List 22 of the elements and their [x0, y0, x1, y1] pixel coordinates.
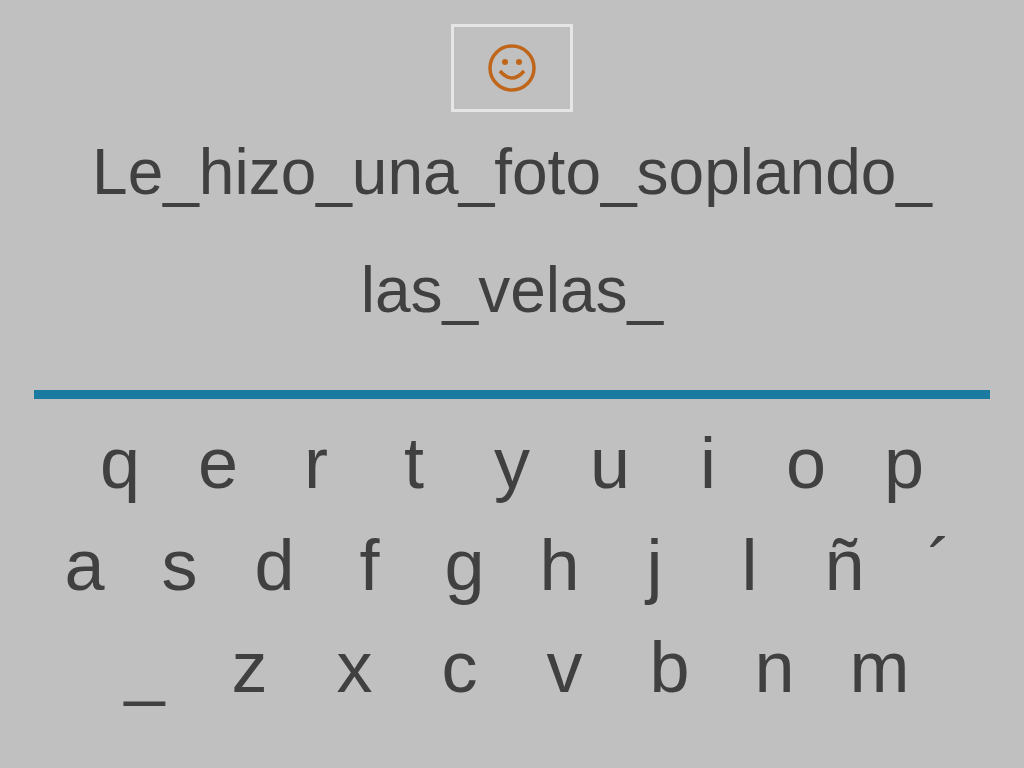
letter-key[interactable]: l [702, 529, 797, 601]
letter-key[interactable]: ´ [892, 529, 987, 601]
letter-key[interactable]: c [407, 631, 512, 703]
letter-key[interactable]: a [37, 529, 132, 601]
letter-key[interactable]: x [302, 631, 407, 703]
letter-key[interactable]: r [267, 427, 365, 499]
letter-key[interactable]: n [722, 631, 827, 703]
letter-key[interactable]: d [227, 529, 322, 601]
letter-key[interactable]: o [757, 427, 855, 499]
letter-key[interactable]: b [617, 631, 722, 703]
letter-key[interactable]: i [659, 427, 757, 499]
letter-key[interactable]: ñ [797, 529, 892, 601]
letter-key[interactable]: e [169, 427, 267, 499]
letter-key[interactable]: s [132, 529, 227, 601]
letter-key[interactable]: u [561, 427, 659, 499]
letter-key[interactable]: m [827, 631, 932, 703]
letter-key[interactable]: f [322, 529, 417, 601]
smiley-icon [487, 43, 537, 93]
letter-key[interactable]: h [512, 529, 607, 601]
letter-key[interactable]: t [365, 427, 463, 499]
letter-key[interactable]: v [512, 631, 617, 703]
letter-key[interactable]: z [197, 631, 302, 703]
